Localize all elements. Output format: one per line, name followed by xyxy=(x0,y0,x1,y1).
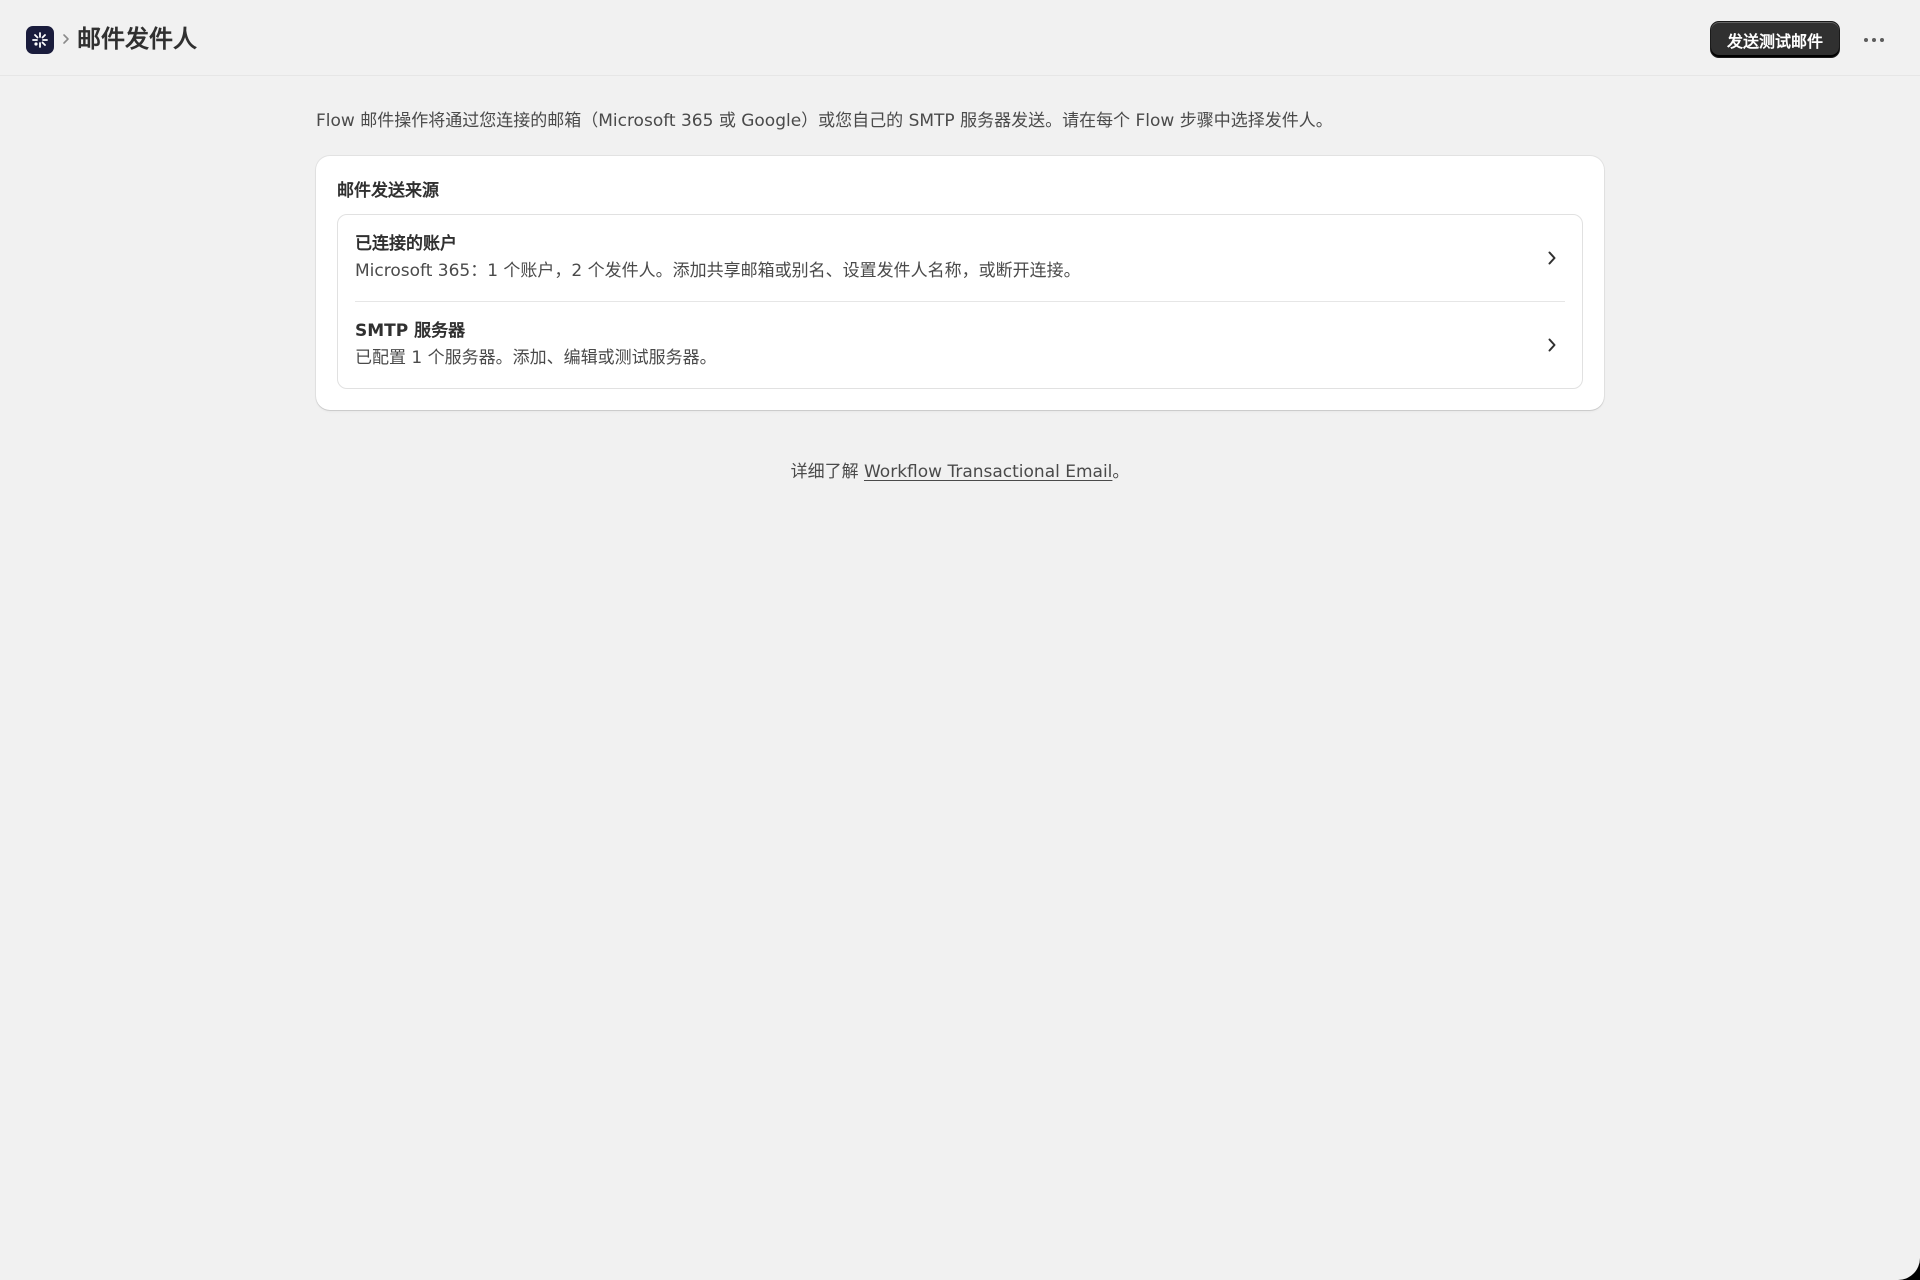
list-item-connected-accounts[interactable]: 已连接的账户 Microsoft 365：1 个账户，2 个发件人。添加共享邮箱… xyxy=(338,215,1582,301)
sources-list: 已连接的账户 Microsoft 365：1 个账户，2 个发件人。添加共享邮箱… xyxy=(337,214,1583,389)
intro-text: Flow 邮件操作将通过您连接的邮箱（Microsoft 365 或 Googl… xyxy=(316,111,1333,131)
top-bar: 邮件发件人 发送测试邮件 xyxy=(0,0,1920,76)
list-item-description: 已配置 1 个服务器。添加、编辑或测试服务器。 xyxy=(355,348,717,368)
more-actions-button[interactable] xyxy=(1858,24,1890,56)
list-item-smtp-servers[interactable]: SMTP 服务器 已配置 1 个服务器。添加、编辑或测试服务器。 xyxy=(338,302,1582,388)
list-item-title: 已连接的账户 xyxy=(355,234,457,254)
send-test-email-button[interactable]: 发送测试邮件 xyxy=(1710,21,1840,58)
chevron-right-icon xyxy=(1542,335,1562,355)
list-item-description: Microsoft 365：1 个账户，2 个发件人。添加共享邮箱或别名、设置发… xyxy=(355,261,1081,281)
list-item-title: SMTP 服务器 xyxy=(355,321,466,341)
chevron-right-icon xyxy=(1542,248,1562,268)
ellipsis-horizontal-icon xyxy=(1864,38,1884,42)
app-window: 邮件发件人 发送测试邮件 Flow 邮件操作将通过您连接的邮箱（Microsof… xyxy=(0,0,1920,1280)
chevron-right-icon xyxy=(60,27,72,51)
page-title: 邮件发件人 xyxy=(77,25,197,53)
learn-more-suffix: 。 xyxy=(1112,462,1130,482)
email-sources-card: 邮件发送来源 已连接的账户 Microsoft 365：1 个账户，2 个发件人… xyxy=(316,156,1604,410)
flow-app-icon[interactable] xyxy=(26,26,54,54)
learn-more-text: 详细了解 Workflow Transactional Email。 xyxy=(0,459,1920,485)
learn-more-prefix: 详细了解 xyxy=(790,462,864,482)
card-title: 邮件发送来源 xyxy=(337,181,439,201)
workflow-transactional-email-link[interactable]: Workflow Transactional Email xyxy=(864,462,1112,482)
